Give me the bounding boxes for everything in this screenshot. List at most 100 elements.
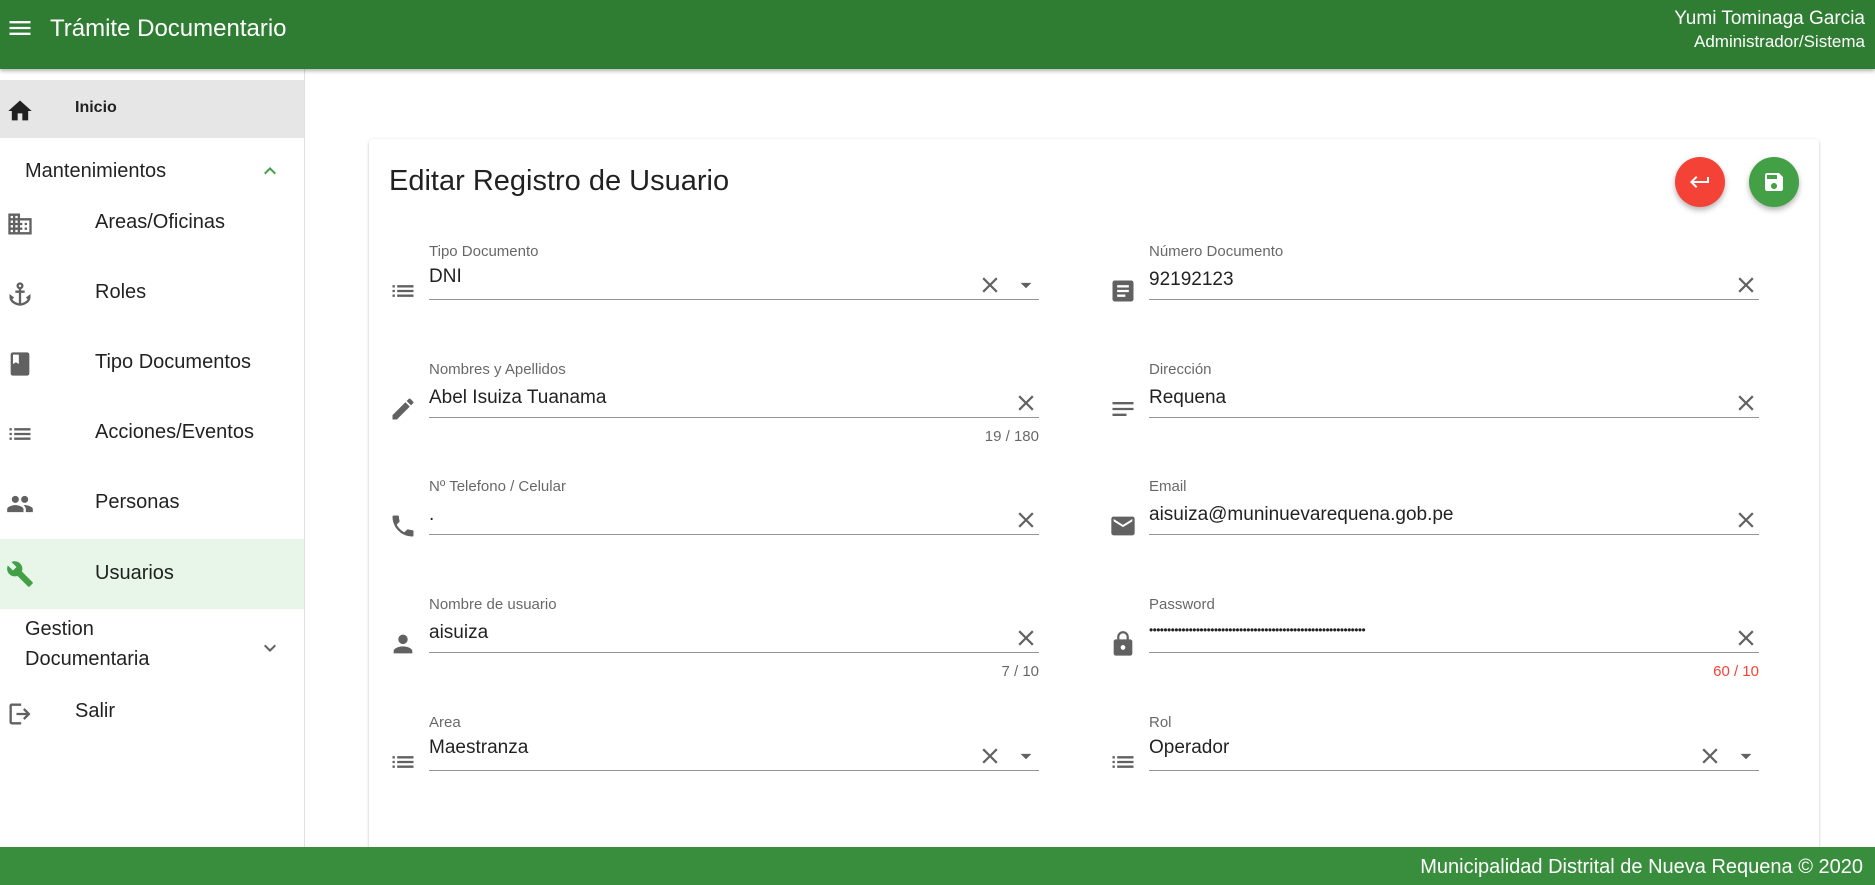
sidebar-item-tipo-documentos[interactable]: Tipo Documentos (0, 333, 304, 393)
user-info: Yumi Tominaga Garcia Administrador/Siste… (1674, 7, 1865, 53)
sidebar: Inicio Mantenimientos Areas/Oficinas Rol… (0, 69, 305, 847)
footer-text: Municipalidad Distrital de Nueva Requena… (1420, 856, 1863, 878)
sidebar-item-label: Acciones/Eventos (95, 421, 254, 443)
numero-documento-field: Número Documento (1109, 240, 1759, 320)
password-field: Password •••••••••••••••••••••••••••••••… (1109, 593, 1759, 680)
group-label-line1: Gestion (25, 618, 94, 640)
field-underline (1149, 299, 1759, 300)
clear-icon[interactable] (977, 743, 1003, 769)
field-underline (429, 299, 1039, 300)
sidebar-item-label: Salir (75, 700, 116, 722)
notes-icon (1109, 395, 1137, 423)
app-header: Trámite Documentario Yumi Tominaga Garci… (0, 0, 1875, 69)
sidebar-item-personas[interactable]: Personas (0, 473, 304, 533)
numero-documento-input[interactable] (1149, 266, 1709, 294)
field-value: DNI (429, 266, 462, 287)
nombres-input[interactable] (429, 384, 989, 412)
field-underline (1149, 770, 1759, 771)
group-label-line2: Documentaria (25, 648, 150, 670)
email-input[interactable] (1149, 501, 1709, 529)
lock-icon (1109, 630, 1137, 658)
clear-icon[interactable] (1733, 272, 1759, 298)
sidebar-item-label: Personas (95, 491, 180, 513)
app-footer: Municipalidad Distrital de Nueva Requena… (0, 847, 1875, 885)
usuario-field: Nombre de usuario 7 / 10 (389, 593, 1039, 680)
list-icon (389, 748, 417, 776)
save-icon (1765, 173, 1783, 191)
field-underline (1149, 417, 1759, 418)
clear-icon[interactable] (1697, 743, 1723, 769)
telefono-field: Nº Telefono / Celular (389, 475, 1039, 555)
field-label: Nº Telefono / Celular (429, 478, 566, 495)
field-label: Rol (1149, 714, 1172, 731)
direccion-input[interactable] (1149, 384, 1709, 412)
home-icon (6, 97, 34, 125)
rol-select[interactable]: Rol Operador (1109, 711, 1759, 791)
app-title: Trámite Documentario (50, 15, 287, 42)
sidebar-item-roles[interactable]: Roles (0, 263, 304, 323)
clear-icon[interactable] (977, 272, 1003, 298)
group-label: Mantenimientos (25, 160, 167, 182)
tipo-documento-select[interactable]: Tipo Documento DNI (389, 240, 1039, 320)
clear-icon[interactable] (1013, 625, 1039, 651)
edit-user-card: Editar Registro de Usuario Tipo Document… (369, 139, 1819, 859)
page-title: Editar Registro de Usuario (389, 165, 730, 197)
sidebar-item-inicio[interactable]: Inicio (0, 80, 304, 138)
sidebar-item-areas[interactable]: Areas/Oficinas (0, 193, 304, 253)
return-icon (1690, 176, 1709, 188)
field-underline (429, 534, 1039, 535)
field-value: Operador (1149, 737, 1230, 758)
group-mantenimientos[interactable]: Mantenimientos (0, 149, 304, 193)
group-gestion-documentaria[interactable]: Gestion Documentaria (0, 614, 304, 684)
user-name: Yumi Tominaga Garcia (1674, 8, 1865, 29)
back-button[interactable] (1675, 157, 1725, 207)
area-select[interactable]: Area Maestranza (389, 711, 1039, 791)
usuario-input[interactable] (429, 619, 989, 647)
sidebar-item-usuarios[interactable]: Usuarios (0, 539, 304, 609)
save-button[interactable] (1749, 157, 1799, 207)
sidebar-item-label: Inicio (75, 99, 117, 116)
chevron-down-icon (258, 636, 282, 660)
field-label: Area (429, 714, 461, 731)
password-input[interactable]: ••••••••••••••••••••••••••••••••••••••••… (1149, 623, 1709, 651)
logout-icon (6, 700, 34, 728)
nombres-field: Nombres y Apellidos 19 / 180 (389, 358, 1039, 445)
sidebar-item-label: Usuarios (95, 562, 174, 584)
direccion-field: Dirección (1109, 358, 1759, 438)
people-icon (6, 490, 34, 518)
telefono-input[interactable] (429, 501, 989, 529)
field-label: Nombres y Apellidos (429, 361, 566, 378)
dropdown-arrow-icon[interactable] (1013, 743, 1039, 769)
chevron-up-icon (258, 159, 282, 183)
clear-icon[interactable] (1733, 507, 1759, 533)
menu-icon[interactable] (6, 14, 34, 42)
clear-icon[interactable] (1733, 625, 1759, 651)
char-counter: 19 / 180 (984, 428, 1039, 445)
list-icon (1109, 748, 1137, 776)
field-label: Número Documento (1149, 243, 1284, 260)
list-icon (389, 277, 417, 305)
clear-icon[interactable] (1013, 507, 1039, 533)
sidebar-item-label: Tipo Documentos (95, 351, 251, 373)
email-icon (1109, 512, 1137, 540)
anchor-icon (6, 280, 34, 308)
sidebar-item-label: Areas/Oficinas (95, 211, 226, 233)
field-value: Maestranza (429, 737, 529, 758)
clear-icon[interactable] (1013, 390, 1039, 416)
wrench-icon (6, 560, 34, 588)
field-label: Email (1149, 478, 1187, 495)
email-field: Email (1109, 475, 1759, 555)
clear-icon[interactable] (1733, 390, 1759, 416)
building-icon (6, 210, 34, 238)
list-icon (6, 420, 34, 448)
field-label: Dirección (1149, 361, 1212, 378)
sidebar-item-salir[interactable]: Salir (0, 689, 304, 739)
field-underline (1149, 534, 1759, 535)
dropdown-arrow-icon[interactable] (1733, 743, 1759, 769)
field-label: Tipo Documento (429, 243, 539, 260)
field-underline (429, 770, 1039, 771)
field-underline (429, 652, 1039, 653)
dropdown-arrow-icon[interactable] (1013, 272, 1039, 298)
book-icon (6, 350, 34, 378)
sidebar-item-acciones[interactable]: Acciones/Eventos (0, 403, 304, 463)
